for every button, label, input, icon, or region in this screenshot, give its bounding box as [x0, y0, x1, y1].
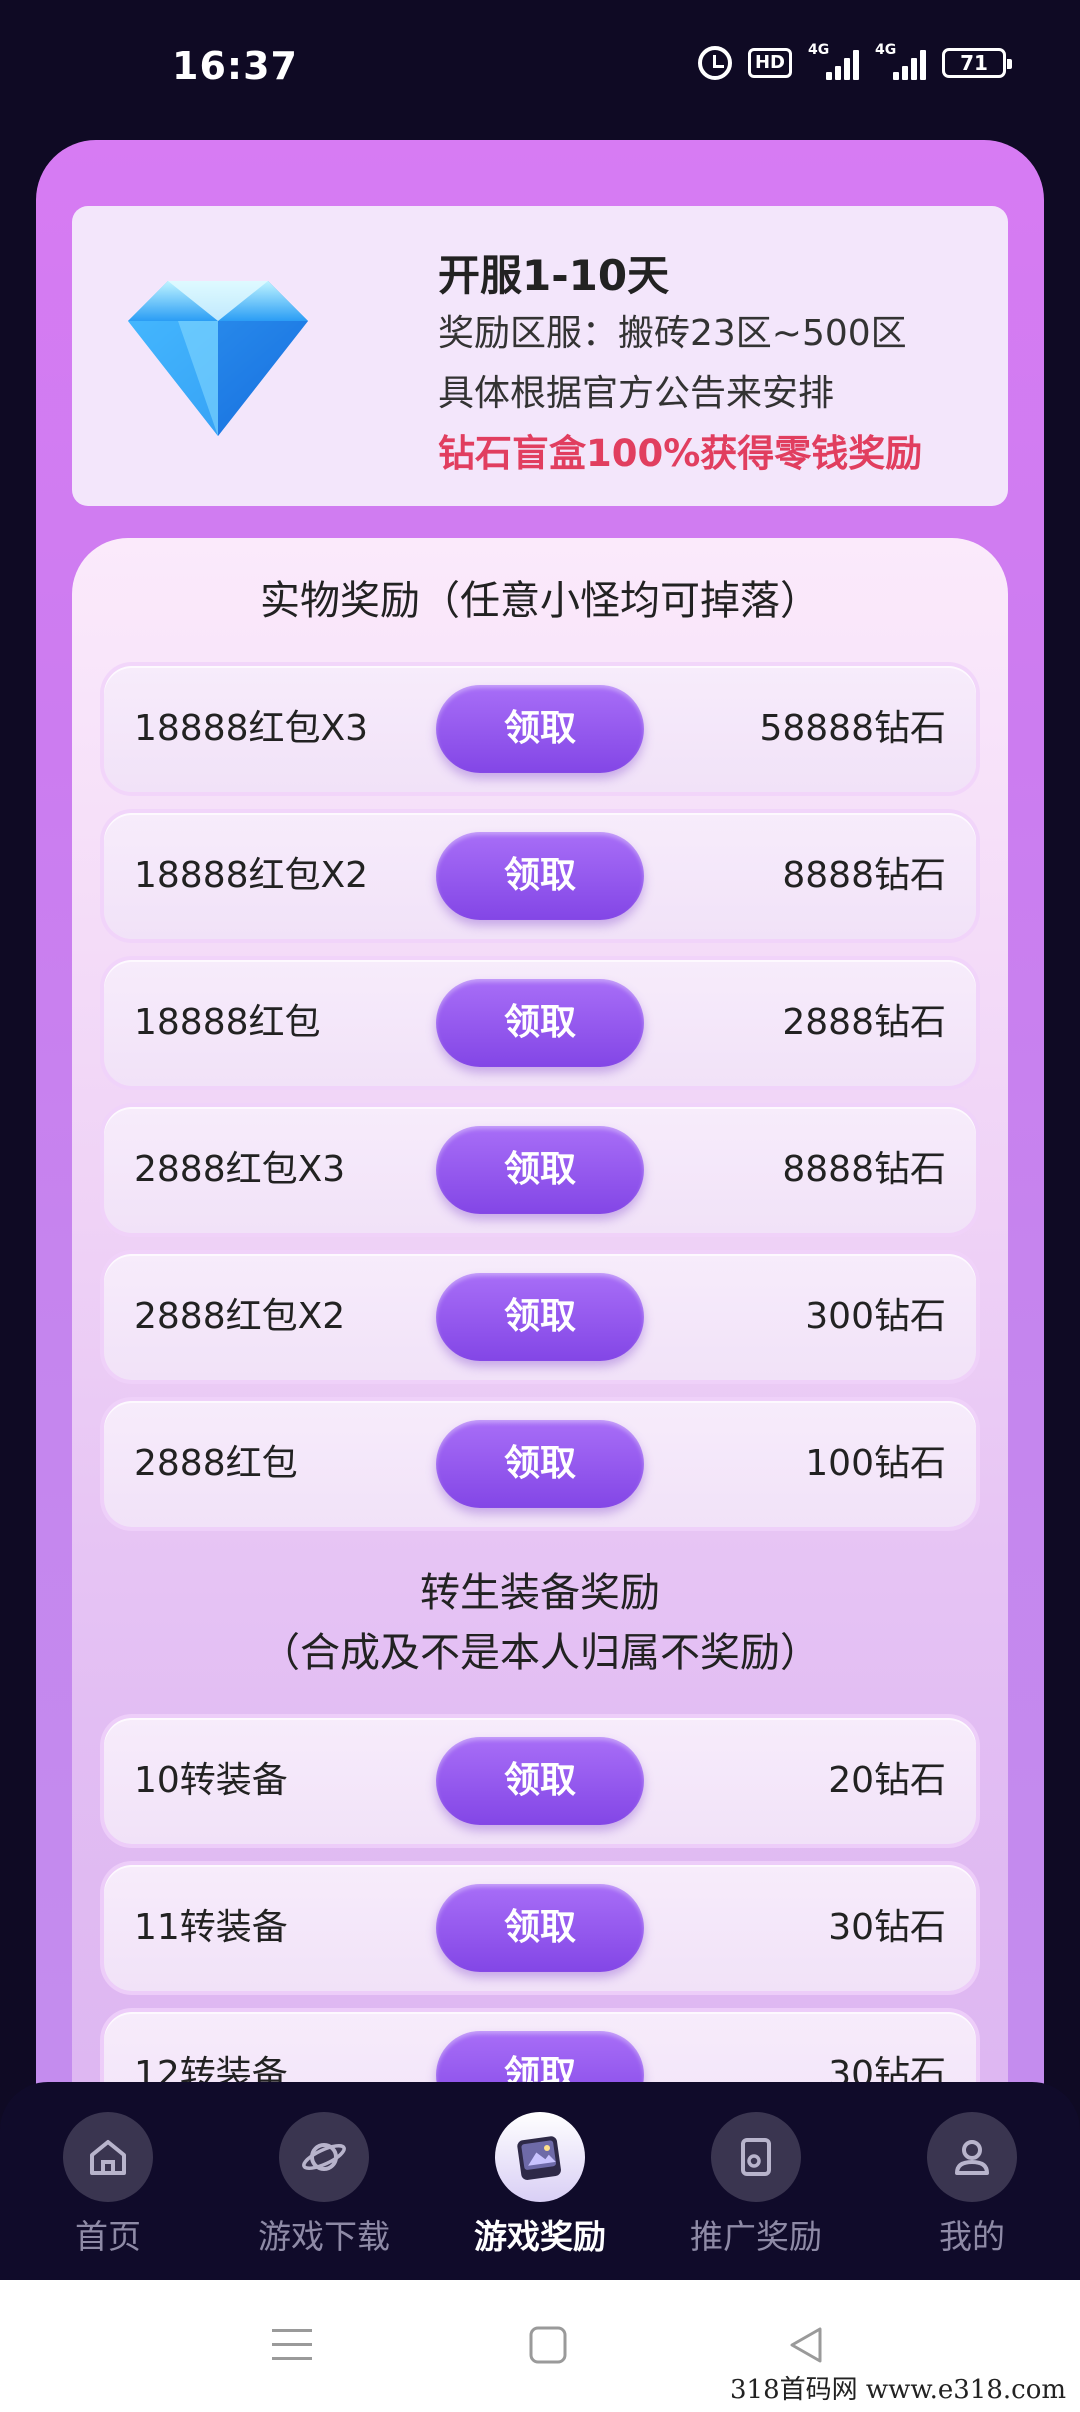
- reward-cost: 2888钻石: [782, 1002, 946, 1043]
- user-icon: [927, 2112, 1017, 2202]
- signal-label-2: 4G: [875, 42, 897, 58]
- nav-label: 游戏奖励: [474, 2217, 606, 2256]
- server-info-card: 开服1-10天 奖励区服：搬砖23区~500区 具体根据官方公告来安排 钻石盲盒…: [72, 206, 1008, 506]
- reward-name: 10转装备: [134, 1760, 288, 1801]
- back-triangle-icon[interactable]: [776, 2320, 836, 2370]
- nav-label: 推广奖励: [690, 2217, 822, 2256]
- nav-label: 我的: [939, 2217, 1005, 2256]
- bottom-nav: 首页 游戏下载 游戏奖励 推广奖励 我的: [0, 2082, 1080, 2280]
- claim-button[interactable]: 领取: [436, 1273, 644, 1361]
- info-title: 开服1-10天: [438, 251, 670, 300]
- claim-button[interactable]: 领取: [436, 1420, 644, 1508]
- watermark: 318首码网 www.e318.com: [730, 2375, 1066, 2405]
- reward-row: 18888红包X2 领取 8888钻石: [104, 813, 976, 939]
- rebirth-rewards-subtitle: （合成及不是本人归属不奖励）: [260, 1630, 820, 1676]
- main-frame: 开服1-10天 奖励区服：搬砖23区~500区 具体根据官方公告来安排 钻石盲盒…: [36, 140, 1044, 2140]
- reward-row: 11转装备 领取 30钻石: [104, 1865, 976, 1991]
- reward-name: 18888红包X3: [134, 708, 369, 749]
- diamond-icon: [128, 281, 308, 436]
- claim-button[interactable]: 领取: [436, 1884, 644, 1972]
- reward-name: 11转装备: [134, 1907, 288, 1948]
- claim-button[interactable]: 领取: [436, 1126, 644, 1214]
- reward-cost: 30钻石: [828, 1907, 946, 1948]
- home-square-icon[interactable]: [518, 2320, 578, 2370]
- gallery-icon: [495, 2112, 585, 2202]
- info-text: 开服1-10天 奖励区服：搬砖23区~500区 具体根据官方公告来安排 钻石盲盒…: [438, 242, 922, 484]
- reward-name: 18888红包: [134, 1002, 321, 1043]
- physical-rewards-title: 实物奖励（任意小怪均可掉落）: [260, 578, 820, 624]
- rewards-panel: 实物奖励（任意小怪均可掉落） 18888红包X3 领取 58888钻石 1888…: [72, 538, 1008, 2140]
- signal-icon-2: 4G: [875, 42, 926, 80]
- nav-item-game-download[interactable]: 游戏下载: [216, 2082, 432, 2280]
- claim-button[interactable]: 领取: [436, 1737, 644, 1825]
- nav-label: 首页: [75, 2217, 141, 2256]
- info-note: 具体根据官方公告来安排: [438, 373, 835, 414]
- nav-item-home[interactable]: 首页: [0, 2082, 216, 2280]
- card-icon: [711, 2112, 801, 2202]
- nav-item-game-rewards[interactable]: 游戏奖励: [432, 2082, 648, 2280]
- claim-button[interactable]: 领取: [436, 979, 644, 1067]
- status-bar: 16:37 HD 4G 4G 71: [0, 0, 1080, 140]
- reward-row: 10转装备 领取 20钻石: [104, 1718, 976, 1844]
- hd-icon: HD: [747, 48, 792, 78]
- reward-cost: 20钻石: [828, 1760, 946, 1801]
- status-time: 16:37: [172, 44, 298, 88]
- reward-name: 2888红包X3: [134, 1149, 346, 1190]
- reward-row: 18888红包 领取 2888钻石: [104, 960, 976, 1086]
- reward-row: 18888红包X3 领取 58888钻石: [104, 666, 976, 792]
- alarm-icon: [697, 46, 732, 80]
- reward-name: 2888红包: [134, 1443, 298, 1484]
- signal-icon: 4G: [808, 42, 859, 80]
- reward-cost: 58888钻石: [759, 708, 946, 749]
- nav-item-mine[interactable]: 我的: [864, 2082, 1080, 2280]
- info-highlight: 钻石盲盒100%获得零钱奖励: [438, 432, 923, 475]
- nav-item-promotion-rewards[interactable]: 推广奖励: [648, 2082, 864, 2280]
- nav-label: 游戏下载: [258, 2217, 390, 2256]
- reward-row: 2888红包X3 领取 8888钻石: [104, 1107, 976, 1233]
- reward-cost: 100钻石: [805, 1443, 946, 1484]
- reward-row: 2888红包X2 领取 300钻石: [104, 1254, 976, 1380]
- menu-icon[interactable]: [262, 2320, 322, 2370]
- reward-cost: 8888钻石: [782, 855, 946, 896]
- reward-cost: 8888钻石: [782, 1149, 946, 1190]
- reward-row: 2888红包 领取 100钻石: [104, 1401, 976, 1527]
- status-icons: HD 4G 4G 71: [697, 42, 1012, 80]
- reward-name: 18888红包X2: [134, 855, 369, 896]
- claim-button[interactable]: 领取: [436, 685, 644, 773]
- rebirth-rewards-title: 转生装备奖励: [420, 1570, 660, 1616]
- home-icon: [63, 2112, 153, 2202]
- battery-icon: 71: [942, 48, 1012, 78]
- system-nav-bar: 318首码网 www.e318.com: [0, 2280, 1080, 2412]
- claim-button[interactable]: 领取: [436, 832, 644, 920]
- reward-name: 2888红包X2: [134, 1296, 346, 1337]
- signal-label: 4G: [808, 42, 830, 58]
- reward-cost: 300钻石: [805, 1296, 946, 1337]
- planet-icon: [279, 2112, 369, 2202]
- info-server-range: 奖励区服：搬砖23区~500区: [438, 313, 907, 354]
